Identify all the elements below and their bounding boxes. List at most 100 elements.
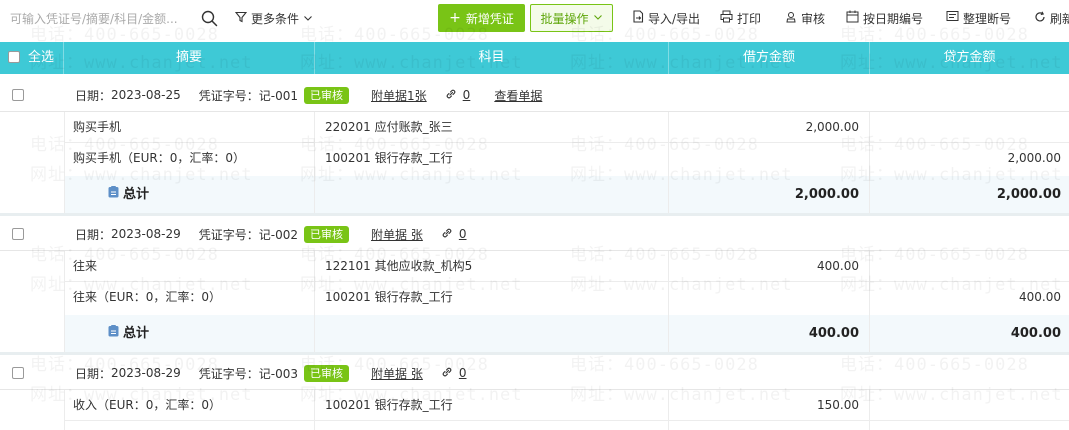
entry-account: 122101 其他应收款_机构5 <box>325 259 473 273</box>
entry-credit <box>870 251 1061 281</box>
select-all-label: 全选 <box>28 50 55 65</box>
table-header: 全选 摘要 科目 借方金额 贷方金额 <box>0 42 1069 74</box>
entry-summary: 收入（EUR：0，汇率：0） <box>73 398 221 412</box>
link-icon <box>441 227 453 242</box>
credit-column-header: 贷方金额 <box>943 50 996 65</box>
voucher-date: 2023-08-29 <box>111 366 181 380</box>
import-export-label: 导入/导出 <box>648 12 701 26</box>
voucher-date: 2023-08-25 <box>111 88 181 102</box>
total-credit: 2,000.00 <box>996 187 1061 202</box>
table-row[interactable]: 收入（EUR：0，汇率：0） 100201 银行存款_工行 150.00 <box>64 390 1069 420</box>
audit-label: 审核 <box>801 12 826 26</box>
entry-credit: 2,000.00 <box>1007 151 1061 165</box>
entry-summary: 购买手机（EUR：0，汇率：0） <box>73 151 245 165</box>
status-badge: 已审核 <box>304 225 350 243</box>
search-input[interactable] <box>4 8 206 30</box>
attachments-link[interactable]: 附单据1张 <box>371 87 427 104</box>
link-count[interactable]: 0 <box>459 366 467 380</box>
total-credit: 400.00 <box>1010 326 1061 341</box>
entry-summary: 往来（EUR：0，汇率：0） <box>73 290 221 304</box>
summary-column-header: 摘要 <box>175 50 202 65</box>
batch-operations-label: 批量操作 <box>540 11 589 26</box>
refresh-label: 刷新 <box>1050 12 1069 26</box>
entry-debit <box>669 282 859 312</box>
voucher-number-label: 凭证字号： <box>198 366 259 381</box>
table-row[interactable]: 购买手机（EUR：0，汇率：0） 100201 银行存款_工行 2,000.00 <box>64 143 1069 173</box>
chevron-down-icon <box>303 0 313 38</box>
new-voucher-label: 新增凭证 <box>465 11 514 26</box>
import-export-button[interactable]: 导入/导出 <box>632 0 700 38</box>
entry-account: 100201 银行存款_工行 <box>325 398 453 412</box>
voucher-block: 日期： 2023-08-25 凭证字号： 记-001 已审核 附单据1张 0 查看单… <box>0 78 1069 216</box>
entry-credit <box>870 112 1061 142</box>
arrange-gaps-button[interactable]: 整理断号 <box>946 0 1011 38</box>
entry-debit <box>669 143 859 173</box>
total-label: 总计 <box>123 326 150 341</box>
voucher-checkbox[interactable] <box>12 89 24 101</box>
voucher-number[interactable]: 记-001 <box>259 87 298 104</box>
voucher-header: 日期： 2023-08-29 凭证字号： 记-003 已审核 附单据 张 0 <box>0 356 1069 390</box>
entry-account: 220201 应付账款_张三 <box>325 120 453 134</box>
entry-credit <box>870 390 1061 420</box>
voucher-total-row: 总计 400.00 400.00 <box>64 315 1069 353</box>
arrange-gaps-label: 整理断号 <box>963 12 1012 26</box>
import-export-icon <box>632 0 644 38</box>
entry-debit: 400.00 <box>817 259 859 273</box>
attachments-link[interactable]: 附单据 张 <box>371 365 423 382</box>
voucher-header: 日期： 2023-08-29 凭证字号： 记-002 已审核 附单据 张 0 <box>0 217 1069 251</box>
entry-credit: 400.00 <box>1019 290 1061 304</box>
view-documents-link[interactable]: 查看单据 <box>494 87 542 104</box>
print-button[interactable]: 打印 <box>720 0 761 38</box>
refresh-icon <box>1034 0 1046 38</box>
by-date-number-label: 按日期编号 <box>863 12 924 26</box>
status-badge: 已审核 <box>304 364 350 382</box>
link-count[interactable]: 0 <box>459 227 467 241</box>
voucher-total-row: 总计 2,000.00 2,000.00 <box>64 176 1069 214</box>
voucher-checkbox[interactable] <box>12 228 24 240</box>
by-date-number-button[interactable]: 按日期编号 <box>846 0 923 38</box>
entry-debit: 150.00 <box>817 398 859 412</box>
status-badge: 已审核 <box>304 86 350 104</box>
voucher-number[interactable]: 记-003 <box>259 365 298 382</box>
chevron-down-icon <box>593 11 603 25</box>
calendar-icon <box>846 0 859 38</box>
more-filters-button[interactable]: 更多条件 <box>234 0 313 38</box>
attachments-link[interactable]: 附单据 张 <box>371 226 423 243</box>
account-column-header: 科目 <box>478 50 505 65</box>
voucher-checkbox[interactable] <box>12 367 24 379</box>
search-icon[interactable] <box>200 9 218 27</box>
audit-button[interactable]: 审核 <box>785 0 825 38</box>
entry-account: 100201 银行存款_工行 <box>325 290 453 304</box>
voucher-date: 2023-08-29 <box>111 227 181 241</box>
voucher-block: 日期： 2023-08-29 凭证字号： 记-003 已审核 附单据 张 0 收入（… <box>0 356 1069 430</box>
voucher-divider <box>0 352 1069 355</box>
printer-icon <box>720 0 733 38</box>
link-icon <box>441 366 453 381</box>
table-row[interactable]: 购买手机 220201 应付账款_张三 2,000.00 <box>64 112 1069 142</box>
filter-icon <box>234 0 248 38</box>
total-debit: 2,000.00 <box>794 187 859 202</box>
table-row[interactable]: 往来 122101 其他应收款_机构5 400.00 <box>64 251 1069 281</box>
voucher-header: 日期： 2023-08-25 凭证字号： 记-001 已审核 附单据1张 0 查看单… <box>0 78 1069 112</box>
voucher-number[interactable]: 记-002 <box>259 226 298 243</box>
toolbar: 更多条件 + 新增凭证 批量操作 导入/导出 打印 审核 按日期编号 整理断号 … <box>0 0 1069 40</box>
total-debit: 400.00 <box>808 326 859 341</box>
more-filters-label: 更多条件 <box>251 12 300 26</box>
print-label: 打印 <box>737 12 762 26</box>
refresh-button[interactable]: 刷新 <box>1034 0 1069 38</box>
voucher-date-label: 日期： <box>75 366 112 381</box>
new-voucher-button[interactable]: + 新增凭证 <box>438 4 525 32</box>
voucher-date-label: 日期： <box>75 88 112 103</box>
entry-summary: 往来 <box>73 259 98 273</box>
entry-summary: 购买手机 <box>73 120 122 134</box>
total-icon <box>108 315 119 353</box>
voucher-date-label: 日期： <box>75 227 112 242</box>
table-row[interactable]: 往来（EUR：0，汇率：0） 100201 银行存款_工行 400.00 <box>64 282 1069 312</box>
total-icon <box>108 176 119 214</box>
plus-icon: + <box>449 10 461 26</box>
voucher-divider <box>0 213 1069 216</box>
batch-operations-button[interactable]: 批量操作 <box>530 4 613 32</box>
select-all-checkbox[interactable] <box>8 51 20 63</box>
link-count[interactable]: 0 <box>463 88 471 102</box>
voucher-block: 日期： 2023-08-29 凭证字号： 记-002 已审核 附单据 张 0 往来 … <box>0 217 1069 353</box>
